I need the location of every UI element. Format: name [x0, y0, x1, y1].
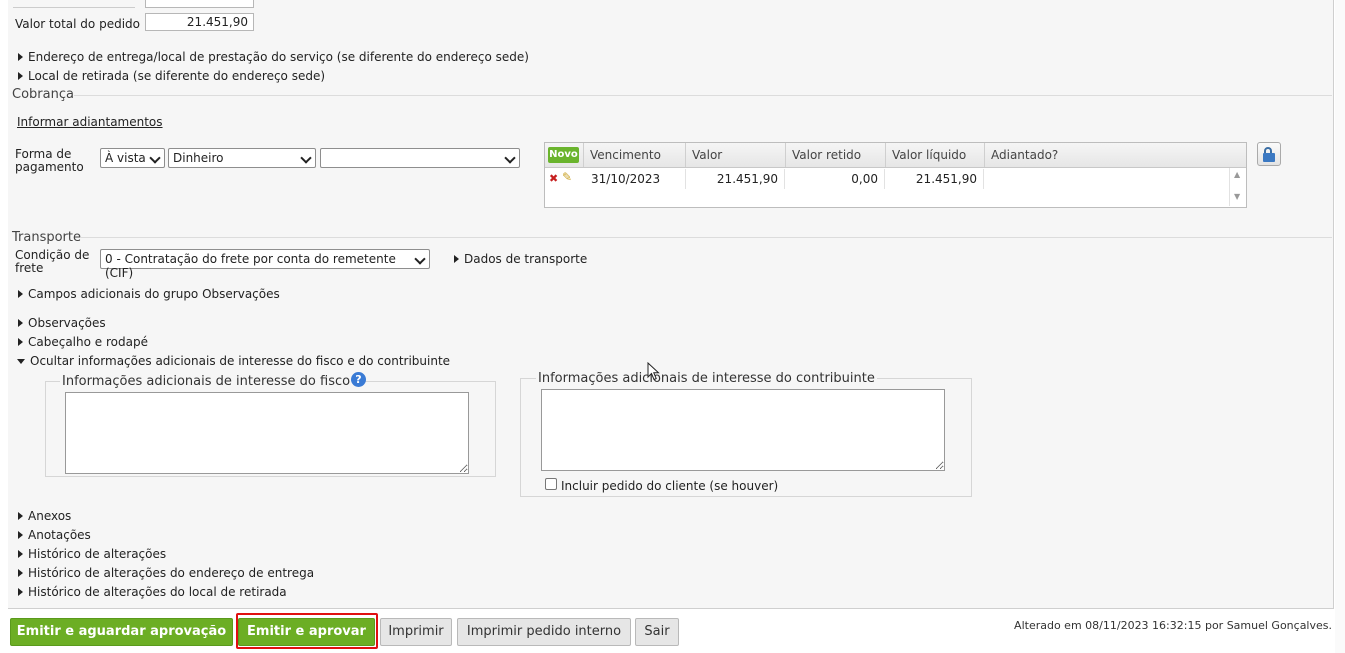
grid-scrollbar[interactable]: ▲ ▼	[1229, 168, 1246, 206]
lock-button[interactable]	[1257, 142, 1281, 166]
hide-additional-toggle[interactable]: Ocultar informações adicionais de intere…	[17, 354, 450, 368]
mouse-cursor-icon	[647, 362, 660, 381]
collapse-icon	[17, 359, 25, 364]
expand-icon	[18, 588, 23, 596]
freight-condition-select[interactable]: 0 - Contratação do frete por conta do re…	[100, 249, 430, 280]
payment-extra-select[interactable]	[320, 148, 520, 168]
emit-wait-approval-button[interactable]: Emitir e aguardar aprovação	[10, 618, 233, 646]
expand-icon	[18, 290, 23, 298]
payment-term-select[interactable]: À vista	[100, 148, 165, 168]
fisco-title: Informações adicionais de interesse do f…	[60, 374, 353, 389]
advances-link[interactable]: Informar adiantamentos	[17, 115, 163, 129]
payment-method-select[interactable]: Dinheiro	[168, 148, 316, 168]
cell-valor-liquido: 21.451,90	[885, 169, 984, 189]
chevron-down-icon	[414, 253, 426, 265]
help-icon[interactable]: ?	[351, 372, 366, 387]
highlight-box	[236, 613, 378, 649]
anexos-toggle[interactable]: Anexos	[18, 509, 71, 523]
chevron-down-icon	[504, 152, 516, 164]
contribuinte-textarea[interactable]	[541, 389, 945, 471]
print-internal-button[interactable]: Imprimir pedido interno	[457, 618, 631, 646]
expand-icon	[454, 255, 459, 263]
chevron-down-icon	[149, 152, 161, 164]
expand-icon	[18, 550, 23, 558]
col-valor-liquido: Valor líquido	[885, 143, 984, 167]
page-scrollbar[interactable]	[1335, 0, 1345, 653]
delivery-address-toggle[interactable]: Endereço de entrega/local de prestação d…	[18, 50, 529, 64]
col-valor: Valor	[685, 143, 785, 167]
scroll-up-icon[interactable]: ▲	[1234, 170, 1240, 179]
chevron-down-icon	[300, 152, 312, 164]
order-total-label: Valor total do pedido	[15, 17, 140, 31]
divider	[74, 95, 1332, 96]
fisco-textarea[interactable]	[65, 392, 469, 474]
observacoes-toggle[interactable]: Observações	[18, 316, 106, 330]
scroll-down-icon[interactable]: ▼	[1234, 192, 1240, 201]
pickup-location-toggle[interactable]: Local de retirada (se diferente do ender…	[18, 69, 325, 83]
expand-icon	[18, 319, 23, 327]
expand-icon	[18, 53, 23, 61]
freight-label-2: frete	[15, 261, 44, 275]
col-valor-retido: Valor retido	[785, 143, 885, 167]
print-button[interactable]: Imprimir	[380, 618, 452, 646]
lock-body-icon	[1263, 153, 1275, 162]
new-installment-button[interactable]: Novo	[548, 147, 579, 163]
prev-field-left	[13, 0, 135, 8]
include-order-checkbox[interactable]	[545, 478, 557, 490]
header-footer-toggle[interactable]: Cabeçalho e rodapé	[18, 335, 148, 349]
transporte-title: Transporte	[12, 230, 81, 245]
installments-grid: Novo Vencimento Valor Valor retido Valor…	[544, 142, 1247, 208]
expand-icon	[18, 569, 23, 577]
contribuinte-title: Informações adicionais de interesse do c…	[536, 371, 877, 386]
exit-button[interactable]: Sair	[635, 618, 679, 646]
freight-label-1: Condição de	[15, 248, 90, 262]
anotacoes-toggle[interactable]: Anotações	[18, 528, 91, 542]
include-order-label: Incluir pedido do cliente (se houver)	[561, 479, 779, 493]
expand-icon	[18, 512, 23, 520]
cobranca-title: Cobrança	[12, 87, 74, 102]
cell-adiantado	[984, 169, 1229, 189]
cell-vencimento: 31/10/2023	[591, 172, 661, 186]
col-adiantado: Adiantado?	[984, 143, 1246, 167]
history-toggle[interactable]: Histórico de alterações	[18, 547, 166, 561]
form-panel	[8, 0, 1334, 609]
delete-icon[interactable]: ✖	[549, 172, 558, 185]
payment-label-2: pagamento	[15, 160, 84, 174]
cell-valor: 21.451,90	[685, 169, 785, 189]
payment-label-1: Forma de	[15, 147, 72, 161]
cell-valor-retido: 0,00	[785, 169, 885, 189]
history-pickup-toggle[interactable]: Histórico de alterações do local de reti…	[18, 585, 287, 599]
divider	[80, 237, 1332, 238]
history-delivery-toggle[interactable]: Histórico de alterações do endereço de e…	[18, 566, 314, 580]
expand-icon	[18, 72, 23, 80]
extra-fields-toggle[interactable]: Campos adicionais do grupo Observações	[18, 287, 280, 301]
expand-icon	[18, 531, 23, 539]
prev-field[interactable]	[145, 0, 254, 8]
col-vencimento: Vencimento	[583, 143, 685, 167]
expand-icon	[18, 338, 23, 346]
order-total-field[interactable]: 21.451,90	[145, 13, 254, 31]
grid-header: Novo Vencimento Valor Valor retido Valor…	[545, 143, 1246, 168]
transport-data-toggle[interactable]: Dados de transporte	[454, 252, 587, 266]
status-text: Alterado em 08/11/2023 16:32:15 por Samu…	[1014, 619, 1332, 632]
pencil-icon[interactable]: ✎	[562, 170, 572, 184]
